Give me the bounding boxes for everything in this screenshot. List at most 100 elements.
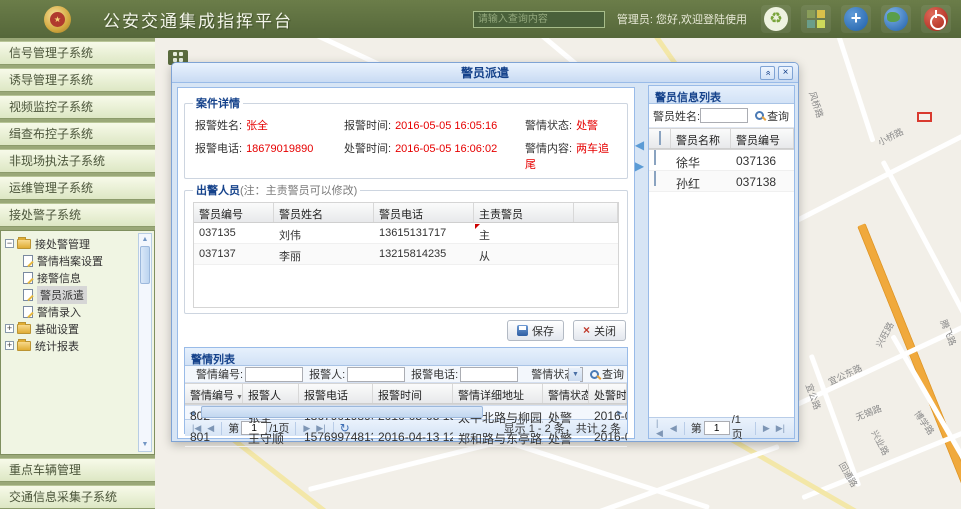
column-header-officer-name[interactable]: 警员名称 bbox=[671, 129, 731, 148]
alarm-row[interactable]: 801 王守顺 15769974813 2016-04-13 12:... 郑和… bbox=[185, 426, 627, 447]
horizontal-scrollbar[interactable]: ◀ ▶ bbox=[185, 405, 627, 419]
row-checkbox[interactable] bbox=[654, 150, 656, 165]
phone-input[interactable] bbox=[460, 367, 518, 382]
select-all-checkbox[interactable] bbox=[659, 131, 661, 145]
status-select[interactable]: ▼ bbox=[580, 367, 583, 382]
tree-node-alarm-archive[interactable]: 警情档案设置 bbox=[5, 252, 136, 269]
map-red-marker bbox=[917, 112, 932, 122]
primary-role-cell[interactable]: 主 bbox=[474, 223, 574, 243]
column-header-handle-time[interactable]: 处警时间 bbox=[589, 384, 627, 403]
column-header-primary-officer[interactable]: 主责警员 bbox=[474, 203, 574, 222]
dispatch-personnel-fieldset: 出警人员(注：主责警员可以修改) 警员编号 警员姓名 警员电话 主责警员 037… bbox=[184, 182, 628, 314]
sidebar: 信号管理子系统 诱导管理子系统 视频监控子系统 缉查布控子系统 非现场执法子系统… bbox=[0, 38, 155, 509]
sidebar-item-guidance[interactable]: 诱导管理子系统 bbox=[0, 68, 155, 92]
column-header-officer-name[interactable]: 警员姓名 bbox=[274, 203, 374, 222]
scroll-thumb[interactable] bbox=[201, 406, 483, 418]
case-field: 处警时间:2016-05-05 16:06:02 bbox=[344, 140, 525, 172]
app-header: ★ 公安交通集成指挥平台 管理员: 您好,欢迎登陆使用 ♻ + bbox=[0, 0, 961, 38]
officer-panel-title: 警员信息列表 bbox=[649, 86, 794, 104]
close-window-button[interactable]: × bbox=[778, 66, 793, 80]
scroll-up-icon[interactable]: ▲ bbox=[142, 234, 149, 246]
column-header-alarm-id[interactable]: 警情编号▼ bbox=[185, 384, 243, 403]
tree-node-alarm-management[interactable]: − 接处警管理 bbox=[5, 235, 136, 252]
map-button[interactable] bbox=[881, 5, 911, 33]
move-left-arrow-button[interactable]: ◀ bbox=[635, 139, 644, 151]
close-x-icon: × bbox=[583, 325, 590, 336]
close-icon: × bbox=[783, 67, 789, 78]
save-button[interactable]: 保存 bbox=[507, 320, 564, 341]
column-header-officer-phone[interactable]: 警员电话 bbox=[374, 203, 474, 222]
filter-label-caller: 报警人: bbox=[309, 366, 345, 382]
sidebar-item-video[interactable]: 视频监控子系统 bbox=[0, 95, 155, 119]
prev-page-button[interactable]: ◀ bbox=[667, 423, 680, 434]
sidebar-item-alarm[interactable]: 接处警子系统 bbox=[0, 203, 155, 227]
folder-icon bbox=[17, 341, 31, 351]
sidebar-item-traffic-info[interactable]: 交通信息采集子系统 bbox=[0, 485, 155, 509]
expand-expander-icon[interactable]: + bbox=[5, 324, 14, 333]
filter-label-phone: 报警电话: bbox=[411, 366, 458, 382]
move-right-arrow-button[interactable]: ▶ bbox=[635, 160, 644, 172]
alarm-search-button[interactable]: 查询 bbox=[587, 366, 627, 382]
column-header-address[interactable]: 警情详细地址 bbox=[453, 384, 543, 403]
plus-icon: + bbox=[844, 7, 868, 31]
tree-scrollbar[interactable]: ▲ ▼ bbox=[138, 233, 152, 452]
close-button[interactable]: × 关闭 bbox=[573, 320, 626, 341]
apps-grid-button[interactable] bbox=[801, 5, 831, 33]
folder-icon bbox=[17, 239, 31, 249]
scroll-down-icon[interactable]: ▼ bbox=[142, 439, 149, 451]
window-titlebar[interactable]: 警员派遣 » × bbox=[172, 63, 798, 83]
column-header-report-time[interactable]: 报警时间 bbox=[373, 384, 453, 403]
dropdown-arrow-icon[interactable]: ▼ bbox=[568, 368, 582, 381]
column-header-caller[interactable]: 报警人 bbox=[243, 384, 299, 403]
column-header-status[interactable]: 警情状态 bbox=[543, 384, 589, 403]
dispatch-row[interactable]: 037135 刘伟 13615131717 主 bbox=[194, 223, 618, 244]
document-icon bbox=[23, 255, 33, 267]
sidebar-item-signal[interactable]: 信号管理子系统 bbox=[0, 41, 155, 65]
select-all-cell[interactable] bbox=[649, 129, 671, 148]
column-header-officer-id[interactable]: 警员编号 bbox=[194, 203, 274, 222]
document-icon bbox=[23, 272, 33, 284]
scroll-thumb[interactable] bbox=[140, 246, 150, 284]
last-page-button[interactable]: ▶| bbox=[773, 423, 788, 434]
globe-icon bbox=[884, 7, 908, 31]
case-field: 报警时间:2016-05-05 16:05:16 bbox=[344, 117, 525, 133]
first-page-button[interactable]: |◀ bbox=[653, 418, 667, 439]
officer-name-label: 警员姓名: bbox=[653, 108, 700, 124]
sidebar-item-key-vehicle[interactable]: 重点车辆管理 bbox=[0, 458, 155, 482]
tree-node-statistics[interactable]: + 统计报表 bbox=[5, 337, 136, 354]
dispatch-left-pane: 案件详情 报警姓名:张全 报警时间:2016-05-05 16:05:16 警情… bbox=[177, 87, 635, 439]
expand-expander-icon[interactable]: + bbox=[5, 341, 14, 350]
road bbox=[824, 38, 875, 143]
alarm-grid: 警情编号▼ 报警人 报警电话 报警时间 警情详细地址 警情状态 处警时间 bbox=[185, 383, 627, 405]
tree-node-alarm-entry[interactable]: 警情录入 bbox=[5, 303, 136, 320]
next-page-button[interactable]: ▶ bbox=[760, 423, 773, 434]
sidebar-item-investigation[interactable]: 缉查布控子系统 bbox=[0, 122, 155, 146]
sidebar-item-operation[interactable]: 运维管理子系统 bbox=[0, 176, 155, 200]
column-header-officer-id[interactable]: 警员编号 bbox=[731, 129, 794, 148]
collapse-expander-icon[interactable]: − bbox=[5, 239, 14, 248]
page-number-input[interactable] bbox=[704, 421, 730, 435]
logout-button[interactable] bbox=[921, 5, 951, 33]
officer-name-input[interactable] bbox=[700, 108, 748, 123]
row-checkbox[interactable] bbox=[654, 171, 656, 186]
add-button[interactable]: + bbox=[841, 5, 871, 33]
alarm-id-input[interactable] bbox=[245, 367, 303, 382]
collapse-window-button[interactable]: » bbox=[760, 66, 775, 80]
primary-role-cell[interactable]: 从 bbox=[474, 244, 574, 264]
caller-input[interactable] bbox=[347, 367, 405, 382]
alarm-filter-bar: 警情编号: 报警人: 报警电话: 警情状态: ▼ 查询 bbox=[185, 366, 627, 383]
officer-row[interactable]: 孙红 037138 bbox=[649, 171, 794, 192]
column-header-phone[interactable]: 报警电话 bbox=[299, 384, 373, 403]
global-search-input[interactable] bbox=[473, 11, 605, 28]
refresh-button[interactable]: ♻ bbox=[761, 5, 791, 33]
transfer-arrows: ◀ ▶ bbox=[633, 139, 646, 172]
tree-node-alarm-info[interactable]: 接警信息 bbox=[5, 269, 136, 286]
officer-search-button[interactable]: 查询 bbox=[752, 108, 792, 124]
tree-node-officer-dispatch[interactable]: 警员派遣 bbox=[5, 286, 136, 303]
dispatch-row[interactable]: 037137 李丽 13215814235 从 bbox=[194, 244, 618, 265]
tree-node-basic-settings[interactable]: + 基础设置 bbox=[5, 320, 136, 337]
dispatch-grid: 警员编号 警员姓名 警员电话 主责警员 037135 刘伟 1361513171… bbox=[193, 202, 619, 308]
officer-row[interactable]: 徐华 037136 bbox=[649, 150, 794, 171]
case-detail-grid: 报警姓名:张全 报警时间:2016-05-05 16:05:16 警情状态:处警… bbox=[193, 115, 619, 173]
sidebar-item-offsite[interactable]: 非现场执法子系统 bbox=[0, 149, 155, 173]
